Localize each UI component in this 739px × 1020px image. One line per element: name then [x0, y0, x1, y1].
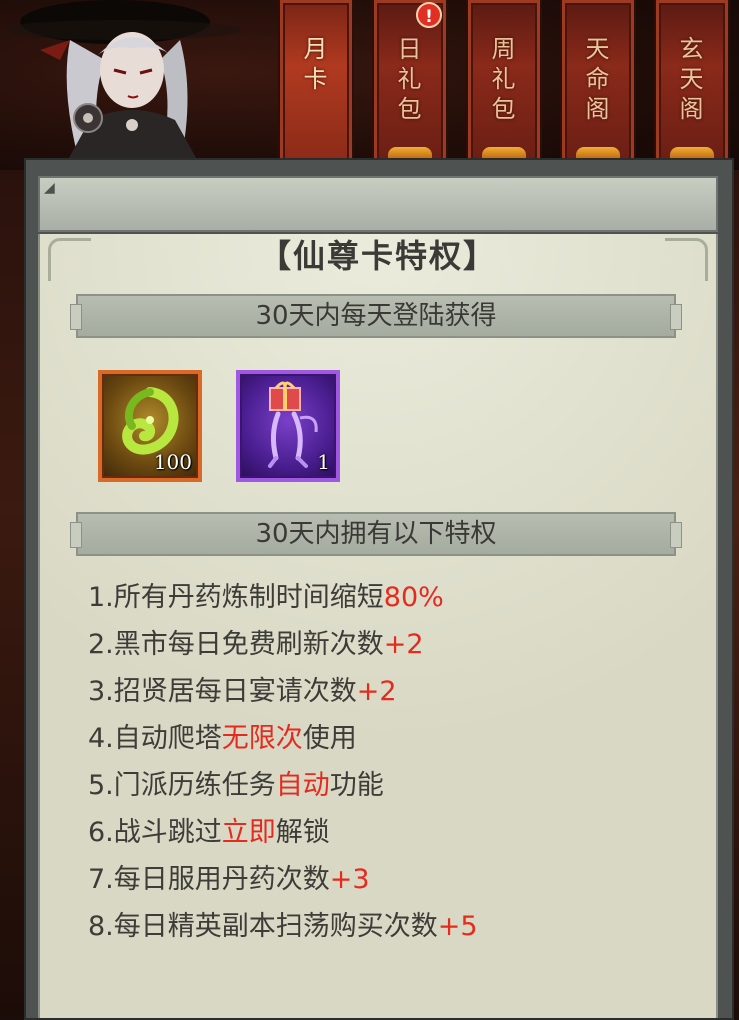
tab-label: 天命阁 [581, 36, 609, 126]
character-portrait [10, 0, 240, 165]
privilege-item: 1.所有丹药炼制时间缩短80% [88, 582, 444, 613]
notification-badge: ! [416, 2, 442, 28]
tab-xuantian-pavilion[interactable]: 玄天阁 [654, 0, 730, 167]
item-count: 1 [317, 450, 330, 474]
privilege-item: 5.门派历练任务自动功能 [88, 770, 384, 801]
tab-weekly-pack[interactable]: 周礼包 [466, 0, 542, 167]
privilege-item: 8.每日精英副本扫荡购买次数+5 [88, 911, 478, 942]
privilege-item: 2.黑市每日免费刷新次数+2 [88, 629, 424, 660]
panel-title: 【仙尊卡特权】 [258, 237, 497, 275]
tab-tianming-pavilion[interactable]: 天命阁 [560, 0, 636, 167]
corner-ornament-icon: ◢ [44, 180, 55, 196]
privileges-banner: 30天内拥有以下特权 [70, 512, 682, 556]
privilege-item: 3.招贤居每日宴请次数+2 [88, 676, 397, 707]
tab-label: 月卡 [299, 36, 327, 96]
tab-label: 日礼包 [393, 36, 421, 126]
item-count: 100 [153, 450, 192, 474]
reward-item-gift-mount[interactable]: 1 [236, 370, 340, 482]
daily-rewards-banner: 30天内每天登陆获得 [70, 294, 682, 338]
reward-item-jade[interactable]: 100 [98, 370, 202, 482]
tab-label: 周礼包 [487, 36, 515, 126]
tab-monthly-card[interactable]: 月卡 [278, 0, 354, 167]
privilege-item: 4.自动爬塔无限次使用 [88, 723, 357, 754]
privilege-item: 6.战斗跳过立即解锁 [88, 817, 330, 848]
tab-label: 玄天阁 [675, 36, 703, 126]
panel-header-bar: ◢ [38, 176, 718, 232]
privilege-item: 7.每日服用丹药次数+3 [88, 864, 370, 895]
privilege-list: 1.所有丹药炼制时间缩短80% 2.黑市每日免费刷新次数+2 3.招贤居每日宴请… [88, 574, 668, 950]
